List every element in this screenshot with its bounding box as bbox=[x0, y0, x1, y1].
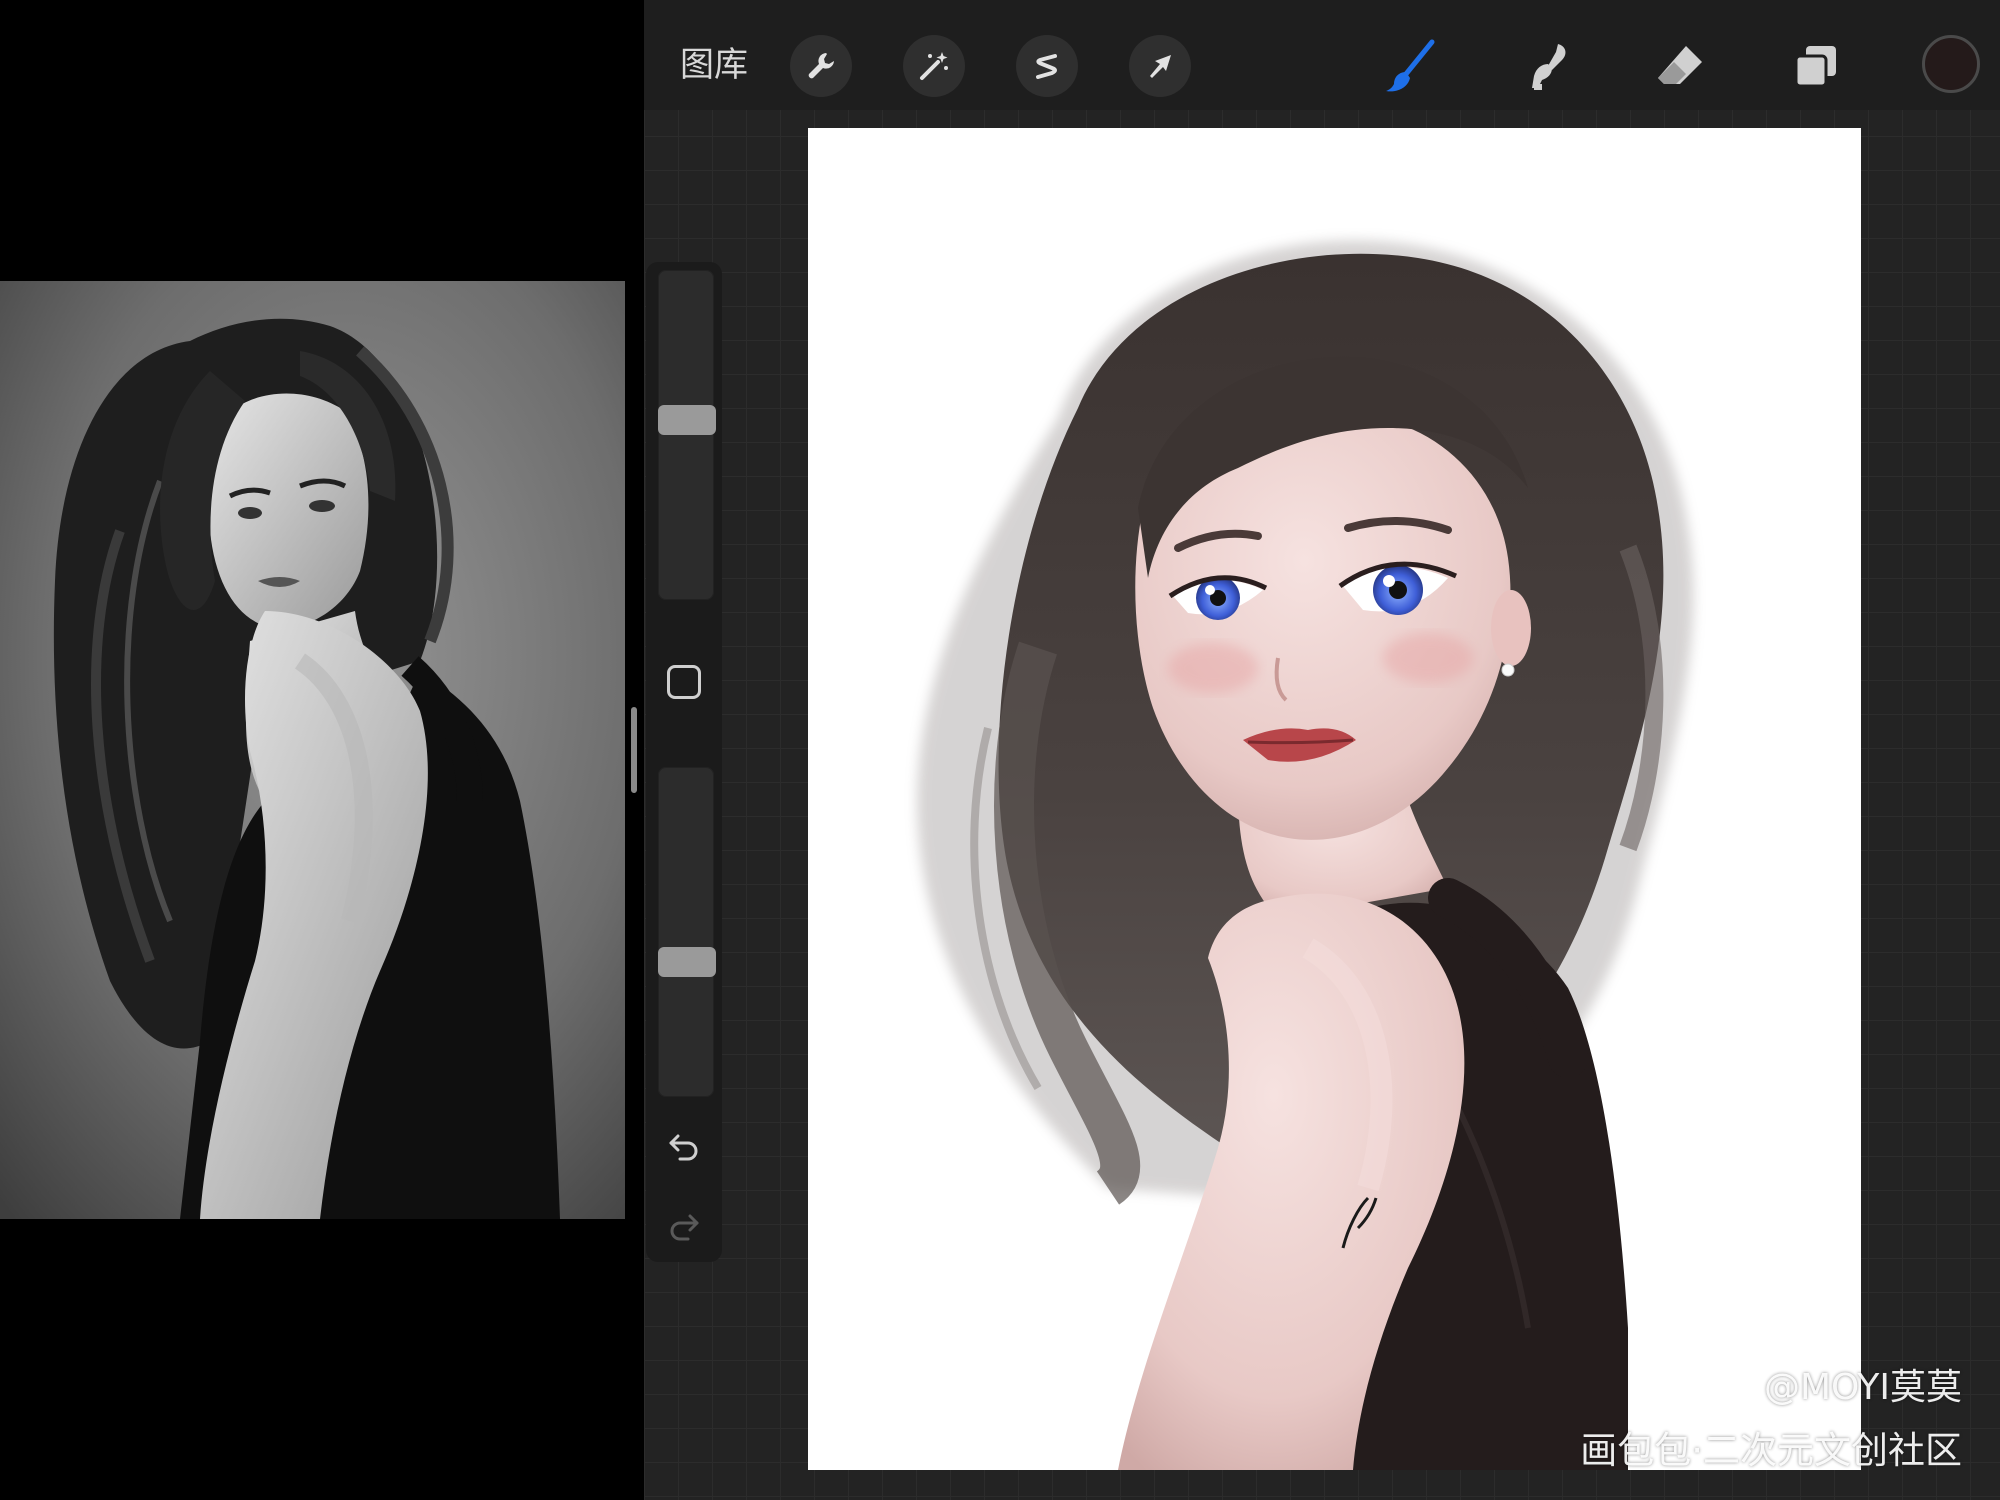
smudge-finger-icon bbox=[1532, 44, 1566, 90]
selection-s-icon bbox=[1036, 54, 1057, 79]
brush-size-slider[interactable] bbox=[658, 270, 716, 600]
smudge-tool-button[interactable] bbox=[1516, 36, 1576, 96]
top-toolbar: 图库 bbox=[644, 0, 2000, 110]
side-toolbar bbox=[646, 262, 722, 1262]
modify-button[interactable] bbox=[667, 665, 701, 699]
reference-pane bbox=[0, 0, 644, 1500]
reference-photo bbox=[0, 281, 625, 1219]
opacity-thumb[interactable] bbox=[658, 947, 716, 977]
undo-arrow-icon bbox=[669, 1134, 698, 1161]
opacity-slider[interactable] bbox=[658, 767, 716, 1097]
selection-button[interactable] bbox=[1016, 35, 1078, 97]
procreate-app: 图库 @MOYI莫莫 画包包·二次元文创社区 bbox=[644, 0, 2000, 1500]
redo-button[interactable] bbox=[662, 1204, 706, 1248]
redo-arrow-icon bbox=[670, 1214, 699, 1241]
watermark-author: @MOYI莫莫 bbox=[1763, 1367, 1962, 1408]
arrow-cursor-icon bbox=[1150, 55, 1171, 78]
transform-button[interactable] bbox=[1129, 35, 1191, 97]
illustration-artwork bbox=[917, 240, 1694, 1470]
reference-photo-art bbox=[0, 281, 625, 1219]
magic-wand-icon bbox=[920, 52, 948, 80]
brush-size-thumb[interactable] bbox=[658, 405, 716, 435]
split-view-handle[interactable] bbox=[631, 707, 637, 793]
color-picker-swatch[interactable] bbox=[1922, 35, 1980, 93]
eraser-tool-button[interactable] bbox=[1650, 36, 1710, 96]
drawing-canvas[interactable] bbox=[808, 128, 1861, 1470]
brush-tool-button[interactable] bbox=[1380, 36, 1440, 96]
undo-button[interactable] bbox=[662, 1124, 706, 1168]
screen: 图库 @MOYI莫莫 画包包·二次元文创社区 bbox=[0, 0, 2000, 1500]
gallery-button[interactable]: 图库 bbox=[680, 40, 748, 90]
layers-button[interactable] bbox=[1786, 36, 1846, 96]
brush-icon bbox=[1386, 39, 1435, 92]
layers-icon bbox=[1794, 46, 1836, 88]
watermark-site: 画包包·二次元文创社区 bbox=[1580, 1429, 1962, 1472]
actions-button[interactable] bbox=[790, 35, 852, 97]
adjustments-button[interactable] bbox=[903, 35, 965, 97]
wrench-icon bbox=[808, 53, 834, 79]
eraser-icon bbox=[1658, 46, 1702, 84]
